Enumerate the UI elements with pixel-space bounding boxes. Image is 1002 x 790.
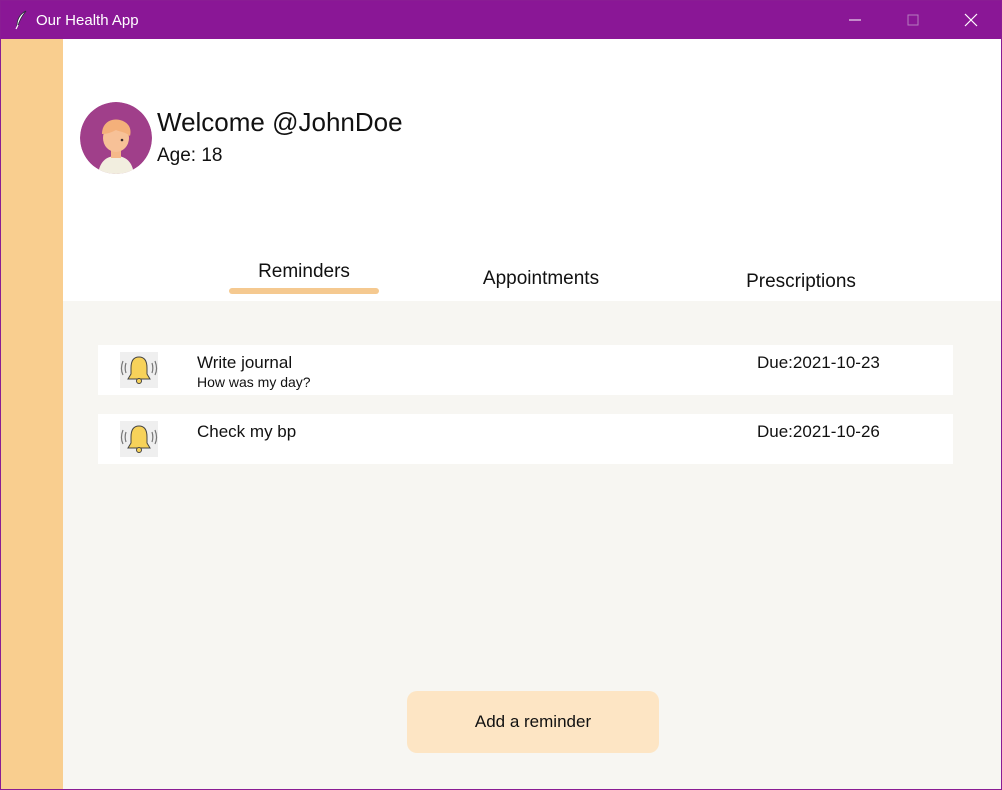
maximize-button[interactable] — [884, 1, 942, 39]
window-title: Our Health App — [36, 12, 139, 29]
title-bar[interactable]: Our Health App — [1, 1, 1001, 39]
reminder-title: Check my bp — [197, 422, 297, 441]
bell-icon — [120, 352, 158, 388]
minimize-button[interactable] — [826, 1, 884, 39]
tab-prescriptions[interactable]: Prescriptions — [721, 270, 881, 294]
active-tab-indicator — [229, 288, 379, 294]
close-button[interactable] — [942, 1, 1000, 39]
reminder-title: Write journal — [197, 353, 293, 372]
bell-icon — [120, 421, 158, 457]
profile-header — [63, 39, 1001, 301]
minimize-icon — [849, 19, 861, 21]
maximize-icon — [907, 14, 919, 26]
age-text: Age: 18 — [157, 145, 223, 166]
app-window: Our Health App Welcome @JohnDoe Age: 18 … — [0, 0, 1002, 790]
reminder-due-date: Due:2021-10-23 — [757, 353, 880, 372]
reminder-due-date: Due:2021-10-26 — [757, 422, 880, 441]
welcome-text: Welcome @JohnDoe — [157, 107, 403, 137]
tab-reminders[interactable]: Reminders — [229, 260, 379, 284]
tab-appointments[interactable]: Appointments — [461, 267, 621, 291]
avatar — [80, 102, 152, 174]
close-icon — [964, 13, 978, 27]
sidebar — [1, 39, 63, 789]
reminder-note: How was my day? — [197, 374, 311, 390]
reminder-item[interactable]: Check my bp Due:2021-10-26 — [98, 414, 953, 464]
reminder-item[interactable]: Write journal How was my day? Due:2021-1… — [98, 345, 953, 395]
add-reminder-label: Add a reminder — [474, 712, 592, 731]
avatar-image — [80, 102, 152, 174]
add-reminder-button[interactable]: Add a reminder — [407, 691, 659, 753]
feather-icon — [15, 10, 27, 30]
